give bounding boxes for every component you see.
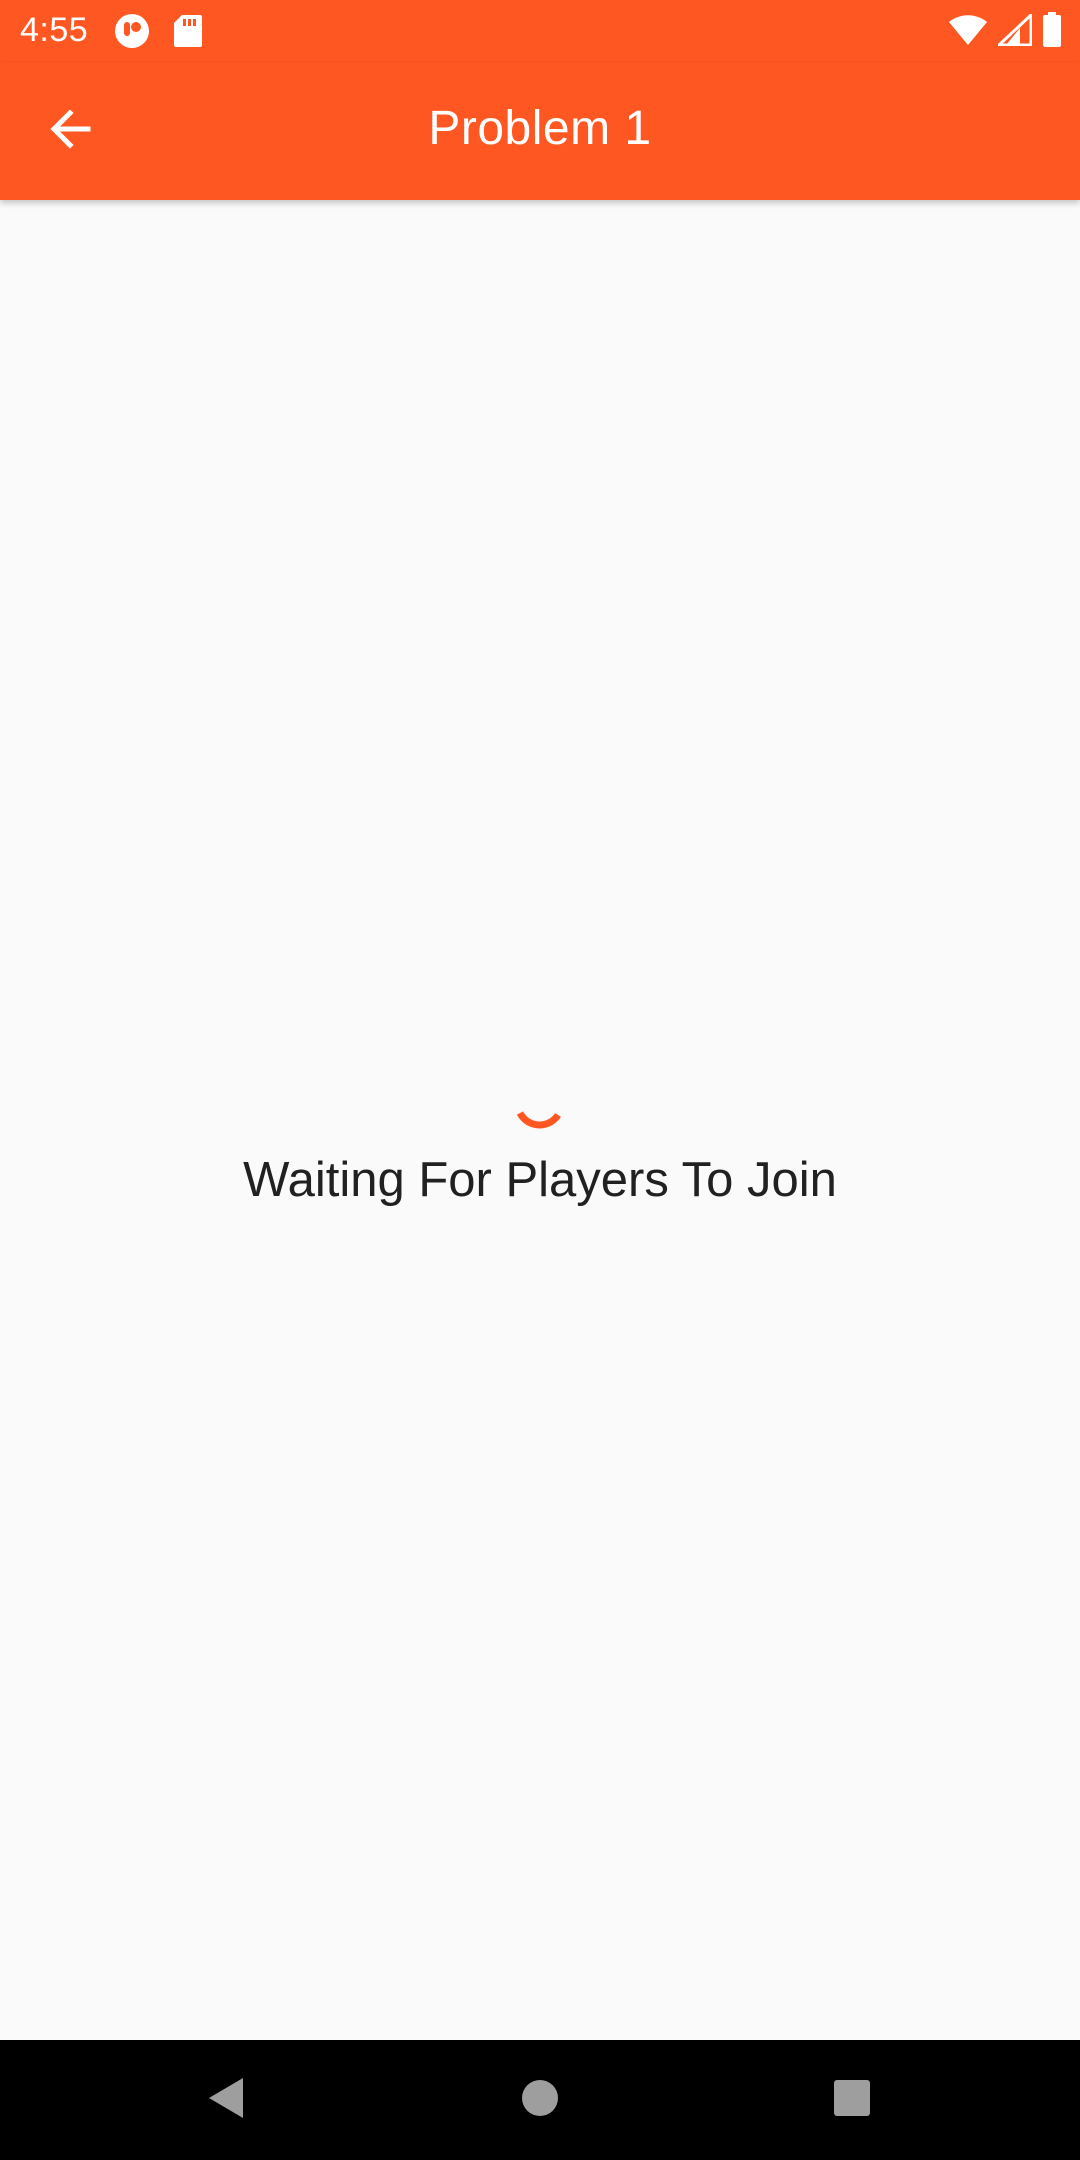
status-bar: 4:55 <box>0 0 1080 63</box>
cell-signal-icon <box>995 11 1033 51</box>
nav-recents-button[interactable] <box>812 2060 892 2140</box>
battery-icon <box>1042 11 1062 53</box>
system-nav-bar <box>0 2040 1080 2160</box>
recents-square-icon <box>832 2078 872 2123</box>
screen: 4:55 Problem 1 Waiting For Players To Jo… <box>0 0 1080 2160</box>
back-triangle-icon <box>205 2076 245 2125</box>
system-status-icons <box>948 11 1062 53</box>
nav-back-button[interactable] <box>185 2060 265 2140</box>
home-circle-icon <box>520 2078 560 2123</box>
waiting-message: Waiting For Players To Join <box>243 1153 837 1207</box>
wifi-icon <box>948 14 988 51</box>
app-bar: Problem 1 <box>0 63 1080 200</box>
status-time: 4:55 <box>20 11 89 49</box>
sd-card-icon <box>172 13 208 49</box>
page-title: Problem 1 <box>428 102 652 155</box>
app-notification-icon <box>114 13 150 49</box>
loading-spinner <box>506 1085 574 1153</box>
nav-home-button[interactable] <box>500 2060 580 2140</box>
